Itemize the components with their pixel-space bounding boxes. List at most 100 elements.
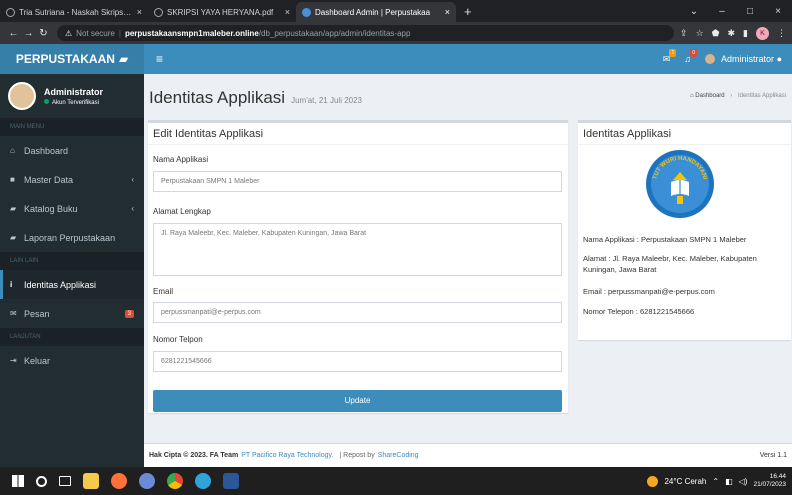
browser-tab-active[interactable]: Dashboard Admin | Perpustakaa × bbox=[296, 2, 456, 22]
messages-badge: 1 bbox=[669, 48, 677, 57]
reload-icon[interactable]: ↻ bbox=[36, 28, 51, 39]
notifications-menu[interactable]: ♫ 0 bbox=[684, 49, 698, 64]
network-icon[interactable]: ◧ bbox=[725, 477, 733, 486]
identity-email: Email : perpussmanpati@e-perpus.com bbox=[583, 287, 715, 296]
tab-close-icon[interactable]: × bbox=[137, 7, 142, 17]
identity-phone: Nomor Telepon : 6281221545666 bbox=[583, 307, 695, 316]
url-input[interactable]: ⚠ Not secure | perpustakaansmpn1maleber.… bbox=[57, 25, 675, 41]
avatar bbox=[705, 54, 716, 65]
edge-icon[interactable] bbox=[195, 473, 211, 489]
phone-field[interactable]: 6281221545666 bbox=[153, 351, 562, 372]
app-name-field[interactable]: Perpustakaan SMPN 1 Maleber bbox=[153, 171, 562, 192]
footer-repost-link[interactable]: ShareCoding bbox=[378, 452, 419, 459]
online-dot-icon bbox=[44, 98, 49, 104]
file-explorer-icon[interactable] bbox=[83, 473, 99, 489]
chrome-icon[interactable] bbox=[167, 473, 183, 489]
firefox-icon[interactable] bbox=[111, 473, 127, 489]
windows-taskbar: 24°C Cerah ⌃ ◧ ◁) 16.44 21/07/2023 bbox=[0, 467, 792, 495]
sidebar-item-identitas[interactable]: i Identitas Applikasi bbox=[0, 270, 144, 299]
star-icon[interactable]: ☆ bbox=[696, 28, 704, 39]
maximize-button[interactable]: □ bbox=[736, 6, 764, 17]
weather-text[interactable]: 24°C Cerah bbox=[664, 477, 706, 486]
folder-icon: ■ bbox=[10, 175, 15, 184]
windows-start-icon[interactable] bbox=[12, 475, 24, 487]
url-host: perpustakaansmpn1maleber.online bbox=[124, 28, 259, 38]
content-header: Identitas Applikasi Jum'at, 21 Juli 2023 bbox=[149, 88, 362, 108]
menu-dots-icon[interactable]: ⋮ bbox=[777, 28, 786, 39]
globe-icon bbox=[154, 7, 163, 17]
footer-company-link[interactable]: PT Pacifico Raya Technology. bbox=[241, 452, 333, 459]
page-date: Jum'at, 21 Juli 2023 bbox=[291, 96, 362, 105]
volume-icon[interactable]: ◁) bbox=[739, 477, 748, 486]
update-button[interactable]: Update bbox=[153, 390, 562, 412]
forward-arrow-icon[interactable]: → bbox=[21, 28, 36, 39]
puzzle-icon[interactable]: ✱ bbox=[728, 28, 736, 39]
identity-name: Nama Applikasi : Perpustakaan SMPN 1 Mal… bbox=[583, 235, 747, 244]
app-icon[interactable] bbox=[139, 473, 155, 489]
new-tab-button[interactable]: + bbox=[456, 4, 480, 22]
sidebar-item-logout[interactable]: ⇥ Keluar bbox=[0, 346, 144, 375]
sidebar-section-header: MAIN MENU bbox=[0, 118, 144, 136]
breadcrumb: ⌂ Dashboard › Identitas Applikasi bbox=[689, 93, 786, 99]
tab-title: SKRIPSI YAYA HERYANA.pdf bbox=[167, 7, 274, 17]
task-view-icon[interactable] bbox=[59, 476, 71, 486]
page-title: Identitas Applikasi bbox=[149, 88, 286, 107]
browser-tab[interactable]: SKRIPSI YAYA HERYANA.pdf × bbox=[148, 2, 296, 22]
tab-search-icon[interactable]: ⌄ bbox=[680, 6, 708, 17]
sidebar-item-dashboard[interactable]: ⌂ Dashboard bbox=[0, 136, 144, 165]
profile-avatar[interactable]: K bbox=[756, 26, 769, 40]
shield-icon[interactable]: ⬟ bbox=[712, 28, 720, 39]
browser-tab[interactable]: Tria Sutriana - Naskah Skripsi Ful × bbox=[0, 2, 148, 22]
user-menu[interactable]: Administrator ● bbox=[705, 54, 782, 65]
browser-address-bar: ← → ↻ ⚠ Not secure | perpustakaansmpn1ma… bbox=[0, 22, 792, 44]
search-icon[interactable] bbox=[36, 475, 47, 487]
identity-address: Alamat : Jl. Raya Maleebr, Kec. Maleber,… bbox=[583, 254, 757, 274]
clock-time: 16.44 bbox=[769, 473, 786, 480]
address-label: Alamat Lengkap bbox=[153, 207, 211, 216]
tut-wuri-handayani-logo: TUT WURI HANDAYANI bbox=[646, 150, 714, 218]
dashboard-icon: ⌂ bbox=[689, 93, 694, 99]
chevron-up-icon[interactable]: ⌃ bbox=[712, 477, 719, 486]
sidebar-item-master-data[interactable]: ■ Master Data ‹ bbox=[0, 165, 144, 194]
top-navbar: ≡ ✉ 1 ♫ 0 Administrator ● bbox=[144, 44, 792, 74]
share-icon[interactable]: ⇪ bbox=[680, 28, 688, 39]
content-wrapper: Identitas Applikasi Jum'at, 21 Juli 2023… bbox=[144, 74, 792, 467]
sidebar: Administrator Akun Terverifikasi MAIN ME… bbox=[0, 74, 144, 467]
footer-version: Versi 1.1 bbox=[759, 452, 787, 459]
sidebar-item-katalog-buku[interactable]: ▰ Katalog Buku ‹ bbox=[0, 194, 144, 223]
brand-logo[interactable]: PERPUSTAKAAN ▰ bbox=[0, 44, 144, 74]
close-window-button[interactable]: × bbox=[764, 6, 792, 17]
identity-panel-title: Identitas Applikasi bbox=[578, 123, 791, 145]
footer-repost: | Repost by bbox=[339, 452, 375, 459]
home-icon: ⌂ bbox=[10, 146, 15, 155]
sidebar-toggle-icon[interactable]: ≡ bbox=[144, 52, 175, 66]
app: PERPUSTAKAAN ▰ ≡ ✉ 1 ♫ 0 Administrator ● bbox=[0, 44, 792, 467]
edit-identity-form: Edit Identitas Applikasi Nama Applikasi … bbox=[148, 120, 568, 413]
name-label: Nama Applikasi bbox=[153, 155, 209, 164]
sidepanel-icon[interactable]: ▮ bbox=[743, 28, 748, 39]
tab-close-icon[interactable]: × bbox=[285, 7, 290, 17]
minimize-button[interactable]: – bbox=[708, 6, 736, 17]
address-field[interactable]: Jl. Raya Maleebr, Kec. Maleber, Kabupate… bbox=[153, 223, 562, 276]
sidebar-section-header: LANJUTAN bbox=[0, 328, 144, 346]
user-panel-name: Administrator bbox=[44, 86, 104, 97]
word-icon[interactable] bbox=[223, 473, 239, 489]
tab-title: Dashboard Admin | Perpustakaa bbox=[315, 7, 431, 17]
messages-menu[interactable]: ✉ 1 bbox=[663, 48, 677, 65]
system-clock[interactable]: 16.44 21/07/2023 bbox=[753, 473, 786, 489]
avatar bbox=[8, 82, 36, 110]
breadcrumb-home[interactable]: Dashboard bbox=[695, 93, 724, 99]
tab-close-icon[interactable]: × bbox=[445, 7, 450, 17]
system-tray: 24°C Cerah ⌃ ◧ ◁) 16.44 21/07/2023 bbox=[647, 473, 786, 489]
email-field[interactable]: perpussmanpati@e-perpus.com bbox=[153, 302, 562, 323]
sidebar-section-header: LAIN LAIN bbox=[0, 252, 144, 270]
sidebar-item-pesan[interactable]: ✉ Pesan 3 bbox=[0, 299, 144, 328]
email-label: Email bbox=[153, 287, 174, 296]
sidebar-item-laporan[interactable]: ▰ Laporan Perpustakaan bbox=[0, 223, 144, 252]
back-arrow-icon[interactable]: ← bbox=[6, 28, 21, 39]
chevron-left-icon: ‹ bbox=[131, 204, 134, 213]
globe-icon bbox=[6, 7, 15, 17]
warning-icon: ⚠ bbox=[65, 28, 73, 38]
sign-out-icon: ⇥ bbox=[10, 356, 17, 365]
breadcrumb-current: Identitas Applikasi bbox=[737, 93, 786, 99]
